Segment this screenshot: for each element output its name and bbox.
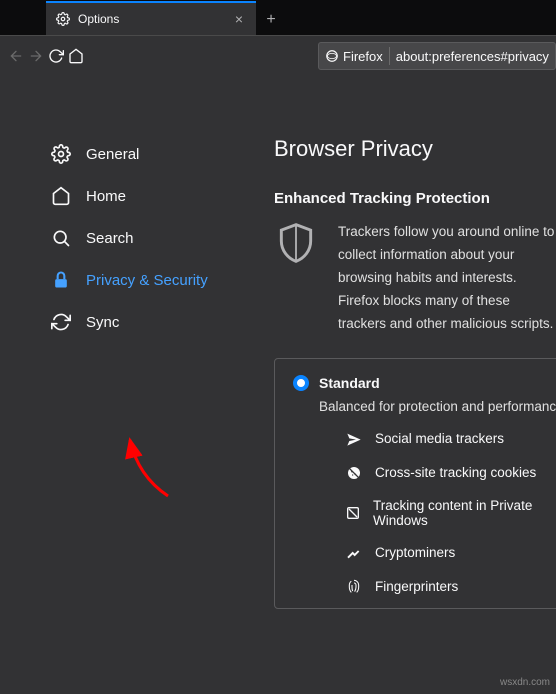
sidebar-item-search[interactable]: Search bbox=[44, 220, 254, 256]
lock-icon bbox=[50, 269, 72, 291]
fingerprint-icon bbox=[345, 578, 363, 596]
etp-description: Trackers follow you around online to col… bbox=[338, 221, 556, 336]
tracker-item: Social media trackers bbox=[345, 430, 541, 448]
firefox-identity: Firefox bbox=[325, 49, 383, 64]
sidebar-item-home[interactable]: Home bbox=[44, 178, 254, 214]
tracker-label: Cryptominers bbox=[375, 545, 455, 560]
separator bbox=[389, 47, 390, 65]
forward-button[interactable] bbox=[28, 41, 44, 71]
watermark: wsxdn.com bbox=[500, 677, 550, 688]
home-button[interactable] bbox=[68, 41, 84, 71]
home-icon bbox=[50, 185, 72, 207]
tracker-label: Social media trackers bbox=[375, 431, 504, 446]
sidebar-item-privacy[interactable]: Privacy & Security bbox=[44, 262, 254, 298]
section-heading: Enhanced Tracking Protection bbox=[274, 190, 556, 207]
sync-icon bbox=[50, 311, 72, 333]
standard-option-card[interactable]: Standard Balanced for protection and per… bbox=[274, 358, 556, 609]
option-name: Standard bbox=[319, 375, 380, 391]
tracker-label: Fingerprinters bbox=[375, 579, 458, 594]
sidebar: General Home Search Privacy & Security bbox=[0, 136, 254, 694]
tab-options[interactable]: Options × bbox=[46, 1, 256, 35]
cookie-icon bbox=[345, 464, 363, 482]
shield-icon bbox=[274, 221, 318, 336]
search-icon bbox=[50, 227, 72, 249]
sidebar-item-label: General bbox=[86, 146, 139, 163]
sidebar-item-general[interactable]: General bbox=[44, 136, 254, 172]
cryptominer-icon bbox=[345, 544, 363, 562]
tracker-label: Tracking content in Private Windows bbox=[373, 498, 541, 528]
tracker-item: Fingerprinters bbox=[345, 578, 541, 596]
sidebar-item-label: Search bbox=[86, 230, 134, 247]
url-bar[interactable]: Firefox about:preferences#privacy bbox=[318, 42, 556, 70]
social-icon bbox=[345, 430, 363, 448]
back-button[interactable] bbox=[8, 41, 24, 71]
url-text: about:preferences#privacy bbox=[396, 49, 549, 64]
tracker-item: Cross-site tracking cookies bbox=[345, 464, 541, 482]
tracker-label: Cross-site tracking cookies bbox=[375, 465, 536, 480]
radio-selected[interactable] bbox=[293, 375, 309, 391]
gear-icon bbox=[50, 143, 72, 165]
content-blocked-icon bbox=[345, 504, 361, 522]
tab-label: Options bbox=[78, 12, 224, 26]
main-panel: Browser Privacy Enhanced Tracking Protec… bbox=[254, 136, 556, 694]
page-title: Browser Privacy bbox=[274, 136, 556, 162]
gear-icon bbox=[56, 12, 70, 26]
sidebar-item-label: Privacy & Security bbox=[86, 272, 208, 289]
reload-button[interactable] bbox=[48, 41, 64, 71]
sidebar-item-label: Sync bbox=[86, 314, 119, 331]
brand-label: Firefox bbox=[343, 49, 383, 64]
toolbar: Firefox about:preferences#privacy bbox=[0, 36, 556, 76]
sidebar-item-label: Home bbox=[86, 188, 126, 205]
option-desc: Balanced for protection and performance. bbox=[319, 399, 541, 414]
new-tab-button[interactable]: + bbox=[256, 5, 286, 35]
tab-strip: Options × + bbox=[0, 0, 556, 36]
tracker-item: Cryptominers bbox=[345, 544, 541, 562]
tracker-item: Tracking content in Private Windows bbox=[345, 498, 541, 528]
close-icon[interactable]: × bbox=[232, 12, 246, 26]
sidebar-item-sync[interactable]: Sync bbox=[44, 304, 254, 340]
